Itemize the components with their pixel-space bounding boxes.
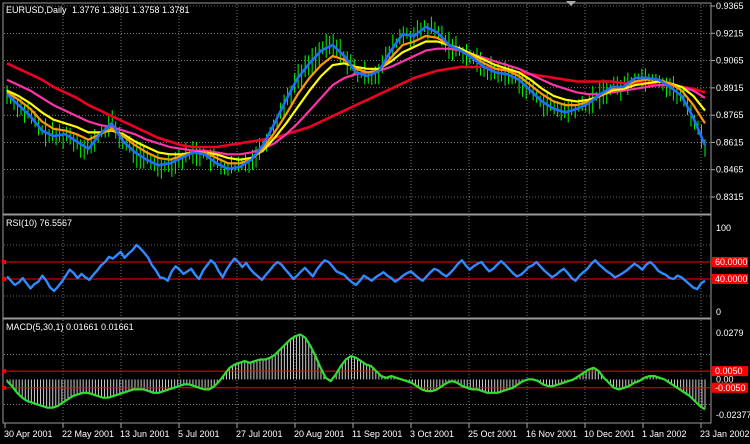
rsi-tick-label: 100 <box>716 223 731 233</box>
macd-tick-label: 0.0279 <box>716 328 744 338</box>
price-tick-label: 0.8315 <box>716 192 744 202</box>
main-price-panel[interactable] <box>2 2 712 215</box>
macd-header: MACD(5,30,1) 0.01661 0.01661 <box>6 322 134 332</box>
date-axis: 30 Apr 2001 22 May 2001 13 Jun 2001 5 Jul 2… <box>4 423 750 439</box>
date-tick-label: 16 Nov 2001 <box>526 429 577 439</box>
date-tick-label: 27 Jul 2001 <box>236 429 283 439</box>
price-tick-label: 0.8765 <box>716 110 744 120</box>
price-tick-label: 0.8465 <box>716 165 744 175</box>
rsi-tick-label: 0 <box>716 307 721 317</box>
price-tick-label: 0.9365 <box>716 1 744 11</box>
price-tick-label: 0.9065 <box>716 56 744 66</box>
date-tick-label: 30 Apr 2001 <box>4 429 53 439</box>
date-tick-label: 13 Jun 2001 <box>120 429 170 439</box>
date-tick-label: 25 Oct 2001 <box>468 429 517 439</box>
rsi-level-label: 40.0000 <box>715 274 748 284</box>
macd-tick-label: -0.02377 <box>716 410 750 420</box>
macd-level-handle <box>2 385 6 390</box>
date-tick-label: 20 Aug 2001 <box>294 429 345 439</box>
price-header-low: 1.3758 <box>132 5 160 15</box>
date-tick-label: 10 Dec 2001 <box>584 429 635 439</box>
rsi-header: RSI(10) 76.5567 <box>6 218 72 228</box>
price-header-high: 1.3801 <box>102 5 130 15</box>
price-header-open: 1.3776 <box>72 5 100 15</box>
date-tick-label: 5 Jul 2001 <box>178 429 220 439</box>
price-header-close: 1.3781 <box>162 5 190 15</box>
date-tick-label: 1 Jan 2002 <box>642 429 687 439</box>
price-tick-label: 0.8915 <box>716 83 744 93</box>
price-axis: 0.9365 0.9215 0.9065 0.8915 0.8765 0.8615 0.84… <box>711 1 744 202</box>
date-tick-label: 11 Sep 2001 <box>352 429 402 439</box>
date-tick-label: 23 Jan 2002 <box>700 429 750 439</box>
price-tick-label: 0.9215 <box>716 28 744 38</box>
price-header-symbol: EURUSD,Daily <box>6 5 67 15</box>
forex-chart-window[interactable]: 60.000040.0000 0.0050-0.0050 EURUSD,Dail… <box>0 0 750 444</box>
date-tick-label: 3 Oct 2001 <box>410 429 454 439</box>
rsi-level-handle <box>2 277 6 281</box>
rsi-axis: 100 0 <box>716 223 731 317</box>
macd-tick-label: 0.00 <box>716 374 734 384</box>
date-tick-label: 22 May 2001 <box>62 429 114 439</box>
rsi-level-label: 60.0000 <box>715 257 748 267</box>
price-tick-label: 0.8615 <box>716 137 744 147</box>
macd-level-handle <box>2 369 6 374</box>
rsi-level-handle <box>2 260 6 264</box>
rsi-panel[interactable] <box>2 214 712 319</box>
